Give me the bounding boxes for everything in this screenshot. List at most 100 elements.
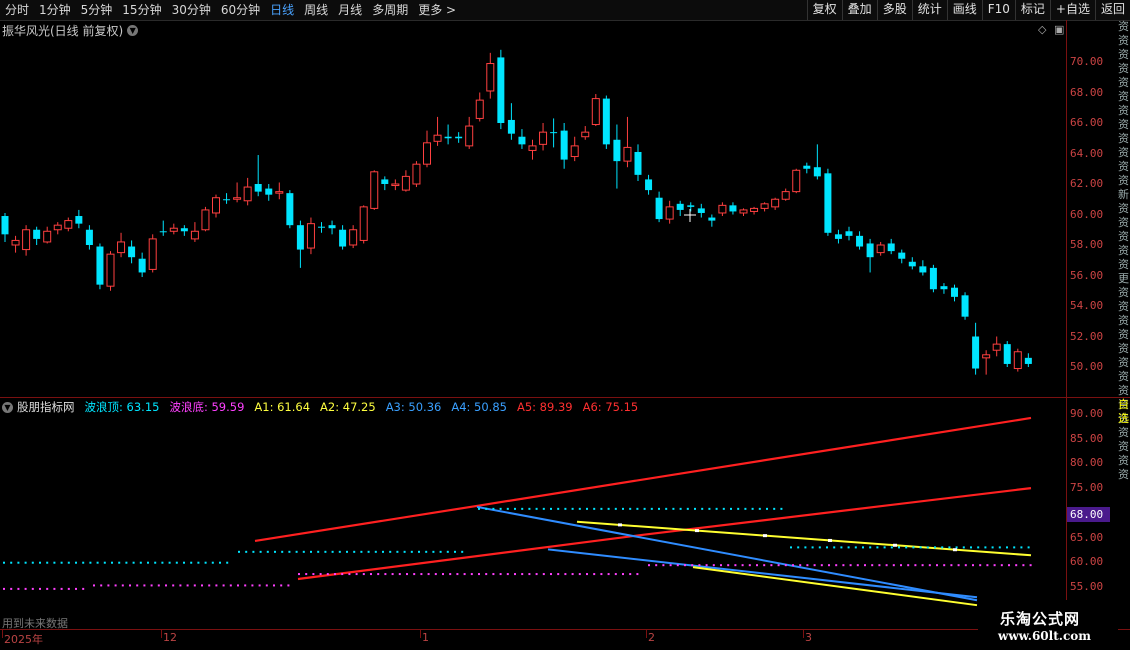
wave-bottom-dot xyxy=(1000,564,1003,567)
indicator-name: 股朋指标网 xyxy=(17,400,75,414)
wave-top-dot xyxy=(288,550,291,553)
wave-bottom-dot xyxy=(319,573,322,576)
candle-body xyxy=(898,252,906,259)
wave-top-dot xyxy=(226,561,229,564)
wave-bottom-dot xyxy=(499,573,502,576)
candle-body xyxy=(528,145,537,151)
candle-body xyxy=(972,336,980,369)
wave-bottom-dot xyxy=(485,573,488,576)
wave-top-dot xyxy=(60,561,63,564)
wave-top-dot xyxy=(840,546,843,549)
candle-body xyxy=(22,229,31,251)
wave-bottom-dot xyxy=(763,564,766,567)
wave-top-dot xyxy=(338,550,341,553)
wave-top-dot xyxy=(154,561,157,564)
wave-top-dot xyxy=(818,546,821,549)
wave-bottom-dot xyxy=(326,573,329,576)
wave-bottom-dot xyxy=(614,573,617,576)
toolbar-button-8[interactable]: 返回 xyxy=(1094,0,1130,20)
candle-body xyxy=(370,171,379,209)
wave-bottom-dot xyxy=(215,584,218,587)
price-axis-divider xyxy=(1066,20,1067,630)
wave-top-dot xyxy=(955,546,958,549)
wave-top-dot xyxy=(3,561,5,564)
wave-bottom-dot xyxy=(586,573,588,576)
date-tick-mark xyxy=(2,630,3,638)
candle-body xyxy=(623,146,632,162)
wave-top-dot xyxy=(790,546,792,549)
wave-bottom-dot xyxy=(1008,564,1010,567)
chart-canvas[interactable] xyxy=(0,0,1066,630)
wave-bottom-dot xyxy=(792,564,794,567)
wave-bottom-dot xyxy=(434,573,437,576)
wave-top-dot xyxy=(578,507,581,510)
wave-bottom-dot xyxy=(456,573,459,576)
wave-bottom-dot xyxy=(799,564,802,567)
wave-bottom-dot xyxy=(150,584,153,587)
wave-top-dot xyxy=(139,561,142,564)
wave-top-dot xyxy=(382,550,384,553)
candle-body xyxy=(106,253,115,287)
candle-body xyxy=(560,130,568,160)
wave-top-dot xyxy=(876,546,879,549)
wave-bottom-dot xyxy=(129,584,131,587)
wave-bottom-dot xyxy=(391,573,394,576)
marker-dot xyxy=(893,543,897,547)
candle-body xyxy=(961,295,969,317)
wave-top-dot xyxy=(446,550,449,553)
candle-body xyxy=(423,142,431,165)
wave-top-dot xyxy=(528,507,531,510)
candle-body xyxy=(180,228,188,232)
date-tick-mark xyxy=(646,630,647,638)
wave-bottom-dot xyxy=(828,564,830,567)
wave-bottom-dot xyxy=(864,564,866,567)
wave-top-dot xyxy=(302,550,305,553)
info-tabs[interactable]: 资资资资资资资资资资资资新资资资资资更资资资资资资资资资资资资资资 xyxy=(1118,20,1130,481)
wave-bottom-dot xyxy=(770,564,773,567)
wave-top-dot xyxy=(266,550,269,553)
wave-top-dot xyxy=(773,507,776,510)
wave-bottom-dot xyxy=(39,587,41,590)
wave-top-dot xyxy=(461,550,464,553)
wave-top-dot xyxy=(826,546,828,549)
wave-top-dot xyxy=(238,550,240,553)
marker-dot xyxy=(953,548,957,552)
indicator-value-6: A5: 89.39 xyxy=(516,400,573,414)
wave-top-dot xyxy=(89,561,92,564)
wave-top-dot xyxy=(111,561,113,564)
wave-bottom-dot xyxy=(3,587,5,590)
wave-bottom-dot xyxy=(698,564,701,567)
wave-top-dot xyxy=(310,550,312,553)
candle-body xyxy=(845,231,853,236)
wave-bottom-dot xyxy=(720,564,722,567)
candle-body xyxy=(760,203,769,209)
wave-top-dot xyxy=(550,507,552,510)
candle-body xyxy=(687,205,695,207)
wave-bottom-dot xyxy=(31,587,34,590)
watchlist-tab[interactable]: 自选 xyxy=(1118,398,1130,426)
wave-top-dot xyxy=(600,507,603,510)
candle-body xyxy=(876,244,885,254)
wave-top-dot xyxy=(125,561,128,564)
wave-bottom-dot xyxy=(820,564,823,567)
right-side-strip[interactable]: 资资资资资资资资资资资资新资资资资资更资资资资资资资资资资资资资资 自选 xyxy=(1118,20,1130,630)
wave-bottom-dot xyxy=(784,564,787,567)
wave-bottom-dot xyxy=(986,564,989,567)
wave-bottom-dot xyxy=(943,564,946,567)
wave-top-dot xyxy=(780,507,783,510)
wave-bottom-dot xyxy=(258,584,261,587)
wave-bottom-dot xyxy=(449,573,452,576)
candle-body xyxy=(223,199,231,201)
candle-body xyxy=(64,220,73,229)
date-tick: 12 xyxy=(163,631,177,644)
wave-bottom-dot xyxy=(413,573,416,576)
chevron-down-icon[interactable]: ▼ xyxy=(2,401,13,413)
price-tick: 60.00 xyxy=(1070,207,1104,221)
candle-body xyxy=(866,243,874,258)
wave-bottom-dot xyxy=(593,573,596,576)
a4-line xyxy=(547,548,978,599)
wave-bottom-dot xyxy=(734,564,737,567)
wave-bottom-dot xyxy=(53,587,56,590)
wave-top-dot xyxy=(586,507,588,510)
wave-bottom-dot xyxy=(741,564,744,567)
